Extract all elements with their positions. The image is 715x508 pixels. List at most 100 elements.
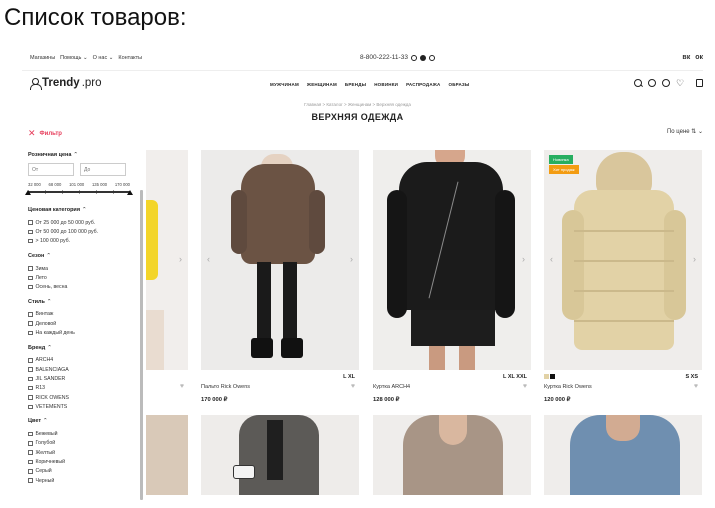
- color-swatches: [544, 374, 555, 379]
- checkbox-option[interactable]: Черный: [28, 476, 138, 485]
- site-logo[interactable]: Trendy .pro: [30, 77, 102, 90]
- user-icon[interactable]: [662, 79, 670, 87]
- color-title[interactable]: Цвет ⌃: [28, 418, 138, 424]
- next-image-arrow[interactable]: ›: [522, 254, 525, 264]
- main-nav: МУЖЧИНАМ ЖЕНЩИНАМ БРЕНДЫ НОВИНКИ РАСПРОД…: [270, 82, 470, 87]
- viber-icon[interactable]: [428, 54, 435, 61]
- price-category-title[interactable]: Ценовая категория ⌃: [28, 207, 138, 213]
- checkbox-option[interactable]: R13: [28, 384, 138, 393]
- product-card[interactable]: ‹ › L XL Пальто Rick Owens ♥ 170 000 ₽: [201, 150, 359, 495]
- badge-bestseller: Хит продаж: [549, 165, 579, 174]
- bag-icon[interactable]: [696, 79, 703, 87]
- product-price: 170 000 ₽: [201, 397, 228, 403]
- checkbox-option[interactable]: На каждый день: [28, 328, 138, 337]
- season-title[interactable]: Сезон ⌃: [28, 253, 138, 259]
- nav-item-looks[interactable]: ОБРАЗЫ: [449, 82, 470, 87]
- prev-image-arrow[interactable]: ‹: [207, 254, 210, 264]
- checkbox-option[interactable]: Голубой: [28, 439, 138, 448]
- product-price: 128 000 ₽: [373, 397, 400, 403]
- sidebar-scrollbar[interactable]: [140, 190, 143, 500]
- next-image-arrow[interactable]: ›: [350, 254, 353, 264]
- page-title: ВЕРХНЯЯ ОДЕЖДА: [311, 112, 404, 122]
- checkbox-option[interactable]: Желтый: [28, 448, 138, 457]
- product-image[interactable]: ‹ ›: [201, 150, 359, 370]
- price-from-input[interactable]: [28, 163, 74, 176]
- search-icon[interactable]: [634, 79, 642, 87]
- swatch-black[interactable]: [550, 374, 555, 379]
- product-image[interactable]: ›: [146, 150, 188, 370]
- favorite-icon[interactable]: ♥: [180, 383, 184, 390]
- next-image-arrow[interactable]: ›: [179, 254, 182, 264]
- product-image[interactable]: [544, 415, 702, 495]
- product-image[interactable]: ›: [373, 150, 531, 370]
- util-link-stores[interactable]: Магазины: [30, 55, 55, 61]
- product-image[interactable]: Новинка Хит продаж ‹ ›: [544, 150, 702, 370]
- checkbox-option[interactable]: От 50 000 до 100 000 руб.: [28, 227, 138, 236]
- product-image[interactable]: [146, 415, 188, 495]
- checkbox-option[interactable]: Лето: [28, 273, 138, 282]
- product-sizes: S XS: [685, 374, 698, 380]
- brand-title[interactable]: Бренд ⌃: [28, 345, 138, 351]
- product-card[interactable]: Новинка Хит продаж ‹ › S XS Куртка Rick …: [544, 150, 702, 495]
- product-name[interactable]: Куртка Rick Owens: [544, 384, 592, 390]
- shop-page: Магазины Помощь ⌄ О нас ⌄ Контакты 8-800…: [0, 50, 715, 508]
- checkbox-option[interactable]: ARCH4: [28, 356, 138, 365]
- product-name[interactable]: Куртка ARCH4: [373, 384, 410, 390]
- style-section: Стиль ⌃ Винтаж Деловой На каждый день: [28, 299, 138, 338]
- util-link-about[interactable]: О нас ⌄: [93, 55, 114, 61]
- whatsapp-icon[interactable]: [410, 54, 417, 61]
- price-to-input[interactable]: [80, 163, 126, 176]
- checkbox-option[interactable]: Деловой: [28, 319, 138, 328]
- util-link-help[interactable]: Помощь ⌄: [60, 55, 87, 61]
- filter-sidebar: ✕ Фильтр Розничная цена⌃ 32 00068 000101…: [25, 128, 138, 508]
- nav-item-men[interactable]: МУЖЧИНАМ: [270, 82, 299, 87]
- vk-icon[interactable]: вк: [682, 54, 690, 61]
- breadcrumb: Главная > Каталог > Женщинам > Верхняя о…: [304, 102, 411, 107]
- logo-person-icon: [30, 77, 42, 90]
- prev-image-arrow[interactable]: ‹: [550, 254, 553, 264]
- nav-item-sale[interactable]: РАСПРОДАЖА: [406, 82, 440, 87]
- product-card[interactable]: › ♥: [146, 150, 188, 495]
- favorite-icon[interactable]: ♥: [523, 383, 527, 390]
- checkbox-option[interactable]: RICK OWENS: [28, 393, 138, 402]
- swatch-beige[interactable]: [544, 374, 549, 379]
- checkbox-option[interactable]: Серый: [28, 467, 138, 476]
- checkbox-option[interactable]: BALENCIAGA: [28, 365, 138, 374]
- product-image[interactable]: [373, 415, 531, 495]
- utility-bar: Магазины Помощь ⌄ О нас ⌄ Контакты 8-800…: [30, 54, 703, 67]
- favorite-icon[interactable]: ♥: [694, 383, 698, 390]
- nav-item-women[interactable]: ЖЕНЩИНАМ: [307, 82, 337, 87]
- checkbox-option[interactable]: VETEMENTS: [28, 402, 138, 411]
- checkbox-option[interactable]: Коричневый: [28, 457, 138, 466]
- checkbox-option[interactable]: Зима: [28, 264, 138, 273]
- checkbox-option[interactable]: > 100 000 руб.: [28, 237, 138, 246]
- nav-item-new[interactable]: НОВИНКИ: [374, 82, 398, 87]
- price-ticks: 32 000 68 000 101 000 135 000 170 000: [28, 182, 130, 187]
- checkbox-option[interactable]: Осень, весна: [28, 282, 138, 291]
- clock-icon[interactable]: [648, 79, 656, 87]
- product-image[interactable]: [201, 415, 359, 495]
- logo-text: Trendy: [42, 77, 80, 89]
- sort-dropdown[interactable]: По цене ⇅ ⌄: [667, 128, 703, 135]
- checkbox-option[interactable]: От 25 000 до 50 000 руб.: [28, 218, 138, 227]
- price-section-title[interactable]: Розничная цена ⌃: [28, 152, 138, 158]
- phone-number[interactable]: 8-800-222-11-33: [360, 54, 408, 61]
- telegram-icon[interactable]: [419, 54, 426, 61]
- style-title[interactable]: Стиль ⌃: [28, 299, 138, 305]
- slider-handle-max[interactable]: [127, 190, 133, 195]
- product-name[interactable]: Пальто Rick Owens: [201, 384, 250, 390]
- checkbox-option[interactable]: Бежевый: [28, 429, 138, 438]
- checkbox-option[interactable]: Винтаж: [28, 310, 138, 319]
- price-slider[interactable]: [25, 190, 133, 195]
- checkbox-option[interactable]: JIL SANDER: [28, 374, 138, 383]
- favorite-icon[interactable]: ♥: [351, 383, 355, 390]
- product-card[interactable]: › L XL XXL Куртка ARCH4 ♥ 128 000 ₽: [373, 150, 531, 495]
- nav-item-brands[interactable]: БРЕНДЫ: [345, 82, 366, 87]
- next-image-arrow[interactable]: ›: [693, 254, 696, 264]
- slider-handle-min[interactable]: [25, 190, 31, 195]
- ok-icon[interactable]: ок: [695, 54, 703, 61]
- filter-toggle[interactable]: ✕ Фильтр: [28, 128, 138, 139]
- util-link-contacts[interactable]: Контакты: [118, 55, 142, 61]
- heart-icon[interactable]: ♡: [676, 79, 684, 88]
- price-category-section: Ценовая категория ⌃ От 25 000 до 50 000 р…: [28, 207, 138, 246]
